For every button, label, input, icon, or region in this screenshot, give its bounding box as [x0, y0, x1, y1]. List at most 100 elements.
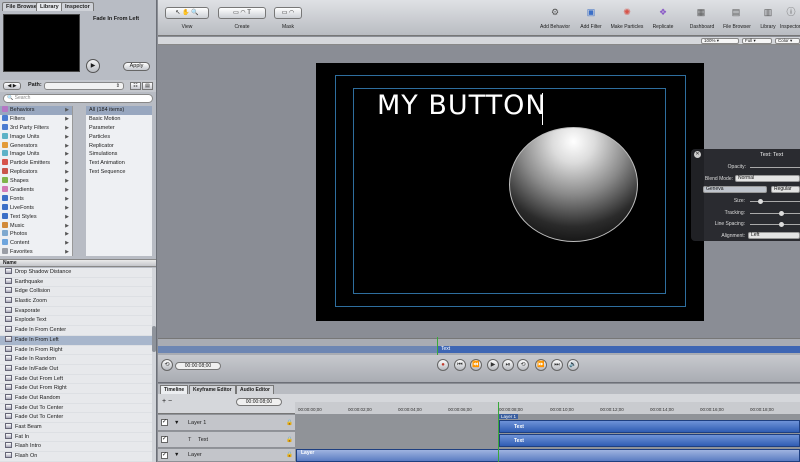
subcategory-item[interactable]: Text Sequence — [86, 168, 152, 177]
subcategory-item[interactable]: Parameter — [86, 124, 152, 133]
subcategory-item[interactable]: Basic Motion — [86, 115, 152, 124]
loop-playback-button[interactable]: ⟲ — [517, 359, 529, 371]
disclosure-icon[interactable]: ▼ — [174, 449, 179, 462]
enable-checkbox[interactable]: ✓ — [161, 436, 168, 443]
list-item[interactable]: Flash On — [0, 452, 152, 462]
list-scroll-thumb[interactable] — [152, 326, 156, 352]
lock-icon[interactable]: 🔒 — [286, 432, 293, 448]
add-filter-icon[interactable]: ▣ — [584, 6, 598, 18]
subcategory-item[interactable]: Particles — [86, 133, 152, 142]
layer-row[interactable]: ✓ ▼ Layer 1 🔒 — [158, 415, 295, 431]
list-item[interactable]: Fade In From Right — [0, 345, 152, 356]
tab-timeline[interactable]: Timeline — [160, 385, 189, 394]
list-item[interactable]: Drop Shadow Distance — [0, 268, 152, 278]
nav-arrows-button[interactable]: ◀ ▶ — [3, 82, 21, 90]
category-item[interactable]: Replicators ▶ — [0, 168, 72, 177]
blend-mode-select[interactable]: Normal — [735, 175, 800, 182]
line-spacing-slider[interactable] — [750, 224, 800, 225]
subcategory-item[interactable]: Simulations — [86, 150, 152, 159]
list-scrollbar[interactable] — [152, 268, 156, 462]
list-item[interactable]: Flash Intro — [0, 442, 152, 453]
create-tools[interactable]: ▭ ◠ T — [218, 7, 266, 19]
list-item[interactable]: Fat In — [0, 432, 152, 443]
add-behavior-icon[interactable]: ⚙ — [548, 6, 562, 18]
subcategory-item[interactable]: All (184 items) — [86, 106, 152, 115]
tracking-slider-knob[interactable] — [779, 211, 784, 216]
mini-playhead[interactable] — [437, 337, 438, 355]
add-remove-layer-button[interactable]: + − — [162, 398, 182, 406]
sphere-graphic[interactable] — [509, 127, 638, 242]
subcategory-item[interactable]: Replicator — [86, 142, 152, 151]
playhead[interactable] — [498, 402, 499, 462]
path-select[interactable]: ⇕ — [44, 82, 124, 90]
enable-checkbox[interactable]: ✓ — [161, 419, 168, 426]
category-item[interactable]: Behaviors ▶ — [0, 106, 72, 115]
record-button[interactable]: ● — [437, 359, 449, 371]
tab-library[interactable]: Library — [36, 2, 63, 11]
layer-row[interactable]: ✓ ▼ Layer 🔒 — [158, 449, 295, 462]
list-item[interactable]: Fade In Random — [0, 355, 152, 365]
tracking-slider[interactable] — [750, 213, 800, 214]
list-item[interactable]: Fade Out From Right — [0, 384, 152, 394]
list-item[interactable]: Evaporate — [0, 306, 152, 317]
font-select[interactable]: Geneva — [703, 186, 767, 193]
category-item[interactable]: Image Units ▶ — [0, 150, 72, 159]
file-browser-icon[interactable]: ▤ — [729, 6, 743, 18]
inspector-icon[interactable]: ⓘ — [784, 6, 798, 18]
tab-audio-editor[interactable]: Audio Editor — [236, 385, 274, 394]
play-pause-button[interactable]: ⏯ — [502, 359, 514, 371]
category-item[interactable]: Shapes ▶ — [0, 177, 72, 186]
tab-inspector[interactable]: Inspector — [61, 2, 94, 11]
tab-keyframe-editor[interactable]: Keyframe Editor — [189, 385, 236, 394]
category-item[interactable]: Gradients ▶ — [0, 186, 72, 195]
size-slider-knob[interactable] — [758, 199, 763, 204]
category-item[interactable]: Filters ▶ — [0, 114, 72, 124]
list-item[interactable]: Edge Collision — [0, 287, 152, 298]
list-item[interactable]: Fade Out From Left — [0, 374, 152, 385]
zoom-select[interactable]: 100% ▾ — [701, 38, 739, 44]
make-particles-icon[interactable]: ✺ — [620, 6, 634, 18]
library-icon[interactable]: ▥ — [761, 6, 775, 18]
play-button[interactable]: ▶ — [487, 359, 499, 371]
subcategory-item[interactable]: Text Animation — [86, 159, 152, 168]
apply-button[interactable]: Apply — [123, 62, 150, 71]
canvas-text[interactable]: MY BUTTON — [377, 90, 547, 121]
dashboard-icon[interactable]: ▦ — [694, 6, 708, 18]
layer-row[interactable]: ✓ T Text 🔒 — [158, 432, 295, 448]
category-item[interactable]: 3rd Party Filters ▶ — [0, 123, 72, 133]
play-preview-button[interactable]: ▶ — [86, 59, 100, 73]
search-input[interactable]: 🔍 Search — [3, 94, 153, 103]
lock-icon[interactable]: 🔒 — [286, 449, 293, 462]
timeline-clip-bar[interactable]: Text — [499, 434, 800, 447]
enable-checkbox[interactable]: ✓ — [161, 452, 168, 459]
list-item[interactable]: Explode Text — [0, 316, 152, 327]
category-item[interactable]: Favorites ▶ — [0, 248, 72, 256]
list-item[interactable]: Fast Beam — [0, 423, 152, 433]
replicate-icon[interactable]: ❖ — [656, 6, 670, 18]
timeline-timecode[interactable]: 00:00:08;00 — [236, 398, 282, 406]
font-style-select[interactable]: Regular — [771, 186, 800, 193]
view-tools[interactable]: ↖ ✋ 🔍 — [165, 7, 209, 19]
disclosure-icon[interactable]: ▼ — [174, 415, 179, 431]
line-spacing-slider-knob[interactable] — [779, 222, 784, 227]
mini-timeline-clip[interactable]: Text — [438, 346, 800, 353]
previous-frame-button[interactable]: ⏪ — [470, 359, 482, 371]
go-to-end-button[interactable]: ⏭ — [551, 359, 563, 371]
go-to-start-button[interactable]: ⏮ — [454, 359, 466, 371]
icon-view-button[interactable]: ▤ — [142, 82, 153, 90]
list-item[interactable]: Fade Out To Center — [0, 413, 152, 423]
category-item[interactable]: Music ▶ — [0, 221, 72, 231]
list-item[interactable]: Fade Out To Center — [0, 403, 152, 414]
alignment-select[interactable]: Left — [748, 232, 800, 239]
list-view-button[interactable]: ☷ — [130, 82, 141, 90]
timeline-clip-bar[interactable]: Layer — [296, 449, 800, 462]
timecode-display[interactable]: 00:00:08;00 — [175, 362, 221, 370]
category-item[interactable]: Particle Emitters ▶ — [0, 159, 72, 168]
loop-icon[interactable]: ⟲ — [161, 359, 173, 371]
category-item[interactable]: LiveFonts ▶ — [0, 203, 72, 213]
list-item[interactable]: Fade In From Center — [0, 326, 152, 336]
audio-icon[interactable]: 🔊 — [567, 359, 579, 371]
list-item[interactable]: Elastic Zoom — [0, 297, 152, 307]
close-icon[interactable]: ✕ — [694, 151, 701, 158]
category-item[interactable]: Photos ▶ — [0, 230, 72, 239]
